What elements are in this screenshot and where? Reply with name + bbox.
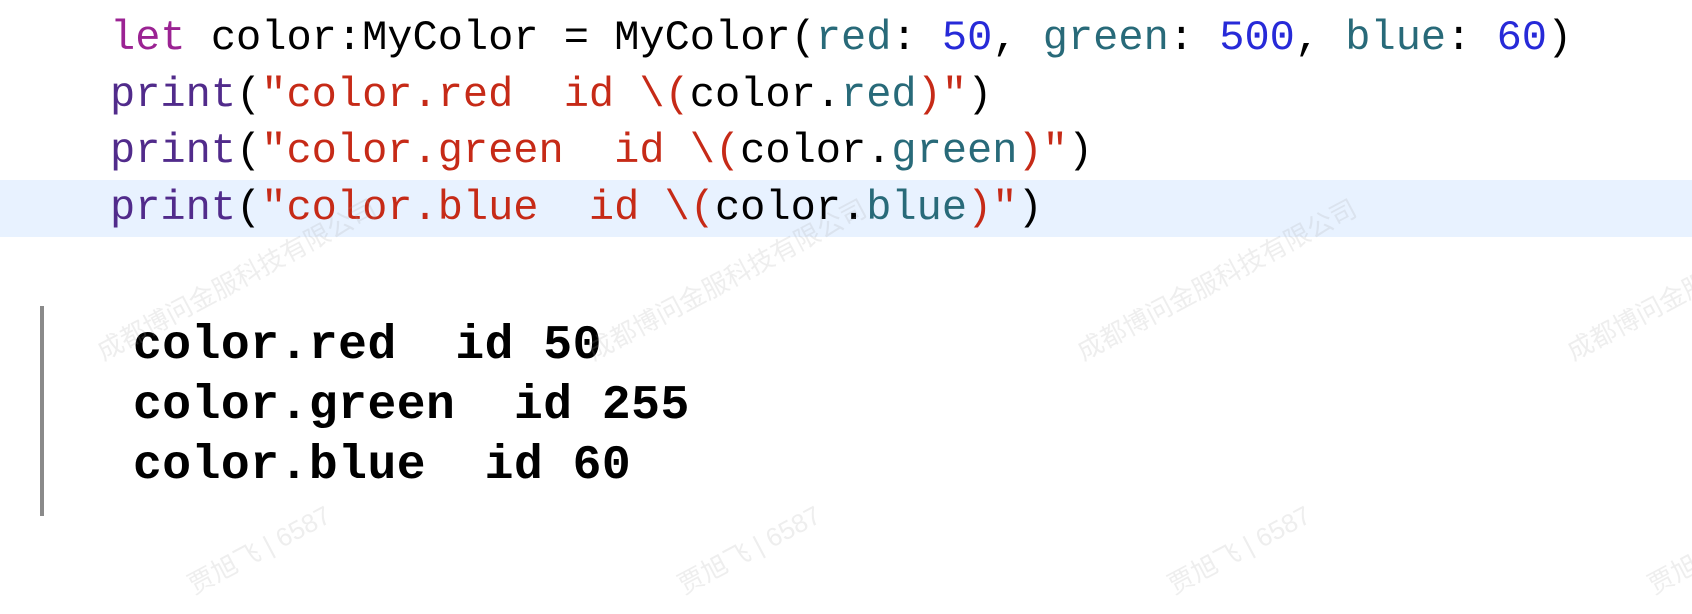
string-body: color.green id bbox=[286, 127, 689, 175]
param-red: red bbox=[816, 14, 892, 62]
string-interp-open: \( bbox=[665, 184, 715, 232]
open-paren: ( bbox=[236, 71, 261, 119]
fn-print: print bbox=[110, 71, 236, 119]
output-line-3: color.blue id 60 bbox=[133, 436, 1692, 496]
string-interp-open: \( bbox=[639, 71, 689, 119]
dot: . bbox=[866, 127, 891, 175]
param-green: green bbox=[1043, 14, 1169, 62]
param-blue: blue bbox=[1345, 14, 1446, 62]
string-quote: " bbox=[992, 184, 1017, 232]
code-line-3: print("color.green id \(color.green)") bbox=[0, 123, 1692, 180]
string-body: color.blue id bbox=[286, 184, 664, 232]
fn-print: print bbox=[110, 127, 236, 175]
identifier-color: color bbox=[211, 14, 337, 62]
property-red: red bbox=[841, 71, 917, 119]
dot: . bbox=[841, 184, 866, 232]
colon: : bbox=[1169, 14, 1194, 62]
property-blue: blue bbox=[866, 184, 967, 232]
space bbox=[186, 14, 211, 62]
dot: . bbox=[816, 71, 841, 119]
number-60: 60 bbox=[1497, 14, 1547, 62]
output-line-1: color.red id 50 bbox=[133, 316, 1692, 376]
watermark-user: 贾旭飞 | 6587 bbox=[181, 495, 337, 601]
number-50: 50 bbox=[942, 14, 992, 62]
comma: , bbox=[1295, 14, 1320, 62]
code-line-2: print("color.red id \(color.red)") bbox=[0, 67, 1692, 124]
string-quote: " bbox=[261, 71, 286, 119]
space bbox=[589, 14, 614, 62]
string-body: color.red id bbox=[286, 71, 639, 119]
open-paren: ( bbox=[236, 127, 261, 175]
space bbox=[1471, 14, 1496, 62]
open-paren: ( bbox=[236, 184, 261, 232]
colon: : bbox=[1446, 14, 1471, 62]
string-interp-close: ) bbox=[917, 71, 942, 119]
console-output: color.red id 50 color.green id 255 color… bbox=[58, 312, 1692, 496]
string-interp-close: ) bbox=[967, 184, 992, 232]
open-paren: ( bbox=[791, 14, 816, 62]
page: 成都博问金服科技有限公司 成都博问金服科技有限公司 成都博问金服科技有限公司 成… bbox=[0, 0, 1692, 614]
property-green: green bbox=[891, 127, 1017, 175]
space bbox=[1320, 14, 1345, 62]
code-editor: let color:MyColor = MyColor(red: 50, gre… bbox=[0, 0, 1692, 237]
space bbox=[1018, 14, 1043, 62]
comma: , bbox=[992, 14, 1017, 62]
code-line-4-highlighted: print("color.blue id \(color.blue)") bbox=[0, 180, 1692, 237]
string-quote: " bbox=[1043, 127, 1068, 175]
watermark-user: 贾旭飞 | 6587 bbox=[1161, 495, 1317, 601]
type-mycolor: MyColor bbox=[362, 14, 538, 62]
close-paren: ) bbox=[1017, 184, 1042, 232]
space bbox=[917, 14, 942, 62]
number-500: 500 bbox=[1219, 14, 1295, 62]
ctor-mycolor: MyColor bbox=[614, 14, 790, 62]
identifier-color: color bbox=[690, 71, 816, 119]
string-interp-close: ) bbox=[1017, 127, 1042, 175]
watermark-user: 贾旭飞 | 6587 bbox=[1641, 495, 1692, 601]
code-line-1: let color:MyColor = MyColor(red: 50, gre… bbox=[0, 10, 1692, 67]
watermark-user: 贾旭飞 | 6587 bbox=[671, 495, 827, 601]
identifier-color: color bbox=[740, 127, 866, 175]
string-quote: " bbox=[261, 184, 286, 232]
close-paren: ) bbox=[1068, 127, 1093, 175]
equals: = bbox=[564, 14, 589, 62]
keyword-let: let bbox=[110, 14, 186, 62]
close-paren: ) bbox=[967, 71, 992, 119]
colon: : bbox=[891, 14, 916, 62]
identifier-color: color bbox=[715, 184, 841, 232]
output-line-2: color.green id 255 bbox=[133, 376, 1692, 436]
colon: : bbox=[337, 14, 362, 62]
space bbox=[539, 14, 564, 62]
space bbox=[1194, 14, 1219, 62]
fn-print: print bbox=[110, 184, 236, 232]
string-quote: " bbox=[942, 71, 967, 119]
close-paren: ) bbox=[1547, 14, 1572, 62]
spacer bbox=[0, 237, 1692, 312]
string-quote: " bbox=[261, 127, 286, 175]
string-interp-open: \( bbox=[690, 127, 740, 175]
